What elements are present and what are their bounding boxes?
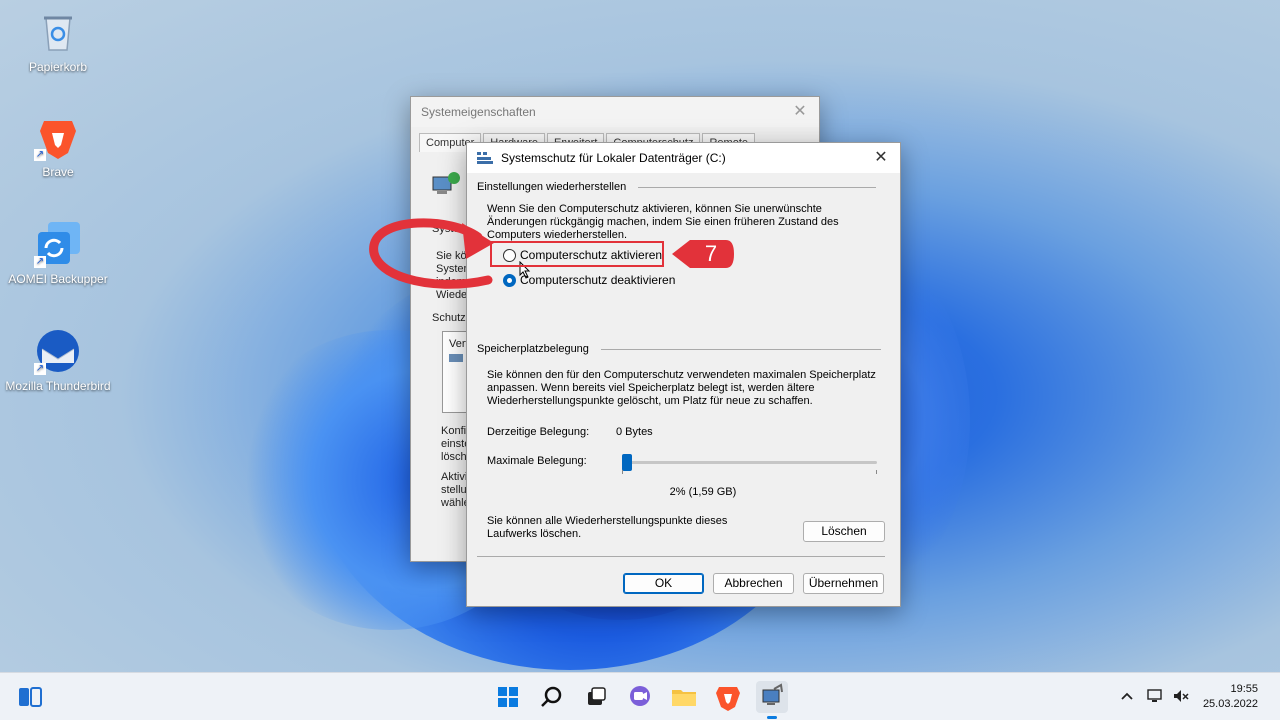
desktop-icon-label: Brave [42,165,74,179]
search-icon[interactable] [536,681,568,713]
footer-divider [477,556,885,557]
delete-button[interactable]: Löschen [803,521,885,542]
desktop-icon-recycle-bin[interactable]: Papierkorb [3,8,113,74]
widgets-icon[interactable] [14,681,46,713]
desktop-icon-thunderbird[interactable]: ↗ Mozilla Thunderbird [3,327,113,393]
current-usage-label: Derzeitige Belegung: [487,426,590,438]
network-icon[interactable] [1146,687,1164,705]
cancel-button[interactable]: Abbrechen [713,573,794,594]
slider-thumb[interactable] [622,454,633,471]
fragment-text: stellu [441,484,467,496]
slider-ticks [622,470,877,474]
system-protection-dialog[interactable]: Systemschutz für Lokaler Datenträger (C:… [466,142,901,607]
file-explorer-icon[interactable] [668,681,700,713]
window-title: Systemeigenschaften [421,105,536,119]
fragment-text: Konfi [441,425,467,437]
fragment-text: lösch [441,451,467,463]
desktop-icon-aomei[interactable]: ↗ AOMEI Backupper [3,220,113,286]
dialog-title: Systemschutz für Lokaler Datenträger (C:… [501,151,726,165]
brave-icon: ↗ [34,113,82,161]
radio-label: Computerschutz deaktivieren [520,273,676,287]
drive-icon [449,354,463,362]
section-divider [638,186,877,188]
chat-icon[interactable] [624,681,656,713]
delete-description: Sie können alle Wiederherstellungspunkte… [487,515,728,540]
annotation-arrow [369,218,494,289]
desktop-icon-brave[interactable]: ↗ Brave [3,113,113,179]
thunderbird-icon: ↗ [34,327,82,375]
space-section-header: Speicherplatzbelegung [477,343,881,355]
system-protection-small-icon [477,152,493,164]
max-usage-slider[interactable] [622,454,877,471]
desktop-icon-label: AOMEI Backupper [8,272,108,286]
system-protection-icon [431,171,461,197]
shortcut-arrow-icon: ↗ [34,363,46,375]
annotation-highlight-box [490,241,664,267]
clock-date: 25.03.2022 [1202,698,1258,710]
fragment-text: Schutz [432,312,466,324]
fragment-text: Aktivi [441,471,468,483]
annotation-step-number: 7 [704,241,718,266]
active-indicator [767,716,777,719]
section-divider [600,348,881,350]
apply-button[interactable]: Übernehmen [803,573,884,594]
close-icon[interactable]: ✕ [870,147,892,169]
recycle-bin-icon [34,8,82,56]
system-properties-icon[interactable] [756,681,788,719]
task-view-icon[interactable] [580,681,612,713]
desktop-icon-label: Mozilla Thunderbird [5,379,111,393]
space-section-title: Speicherplatzbelegung [477,343,589,355]
desktop-icon-label: Papierkorb [28,60,88,74]
shortcut-arrow-icon: ↗ [34,256,46,268]
brave-icon[interactable] [712,681,744,713]
restore-section-header: Einstellungen wiederherstellen [477,181,877,193]
max-usage-label: Maximale Belegung: [487,455,587,467]
space-description: Sie können den für den Computerschutz ve… [487,369,876,407]
clock-time: 19:55 [1230,683,1258,695]
current-usage-value: 0 Bytes [616,426,653,438]
start-icon[interactable] [492,681,524,713]
slider-value: 2% (1,59 GB) [669,486,737,498]
aomei-backupper-icon: ↗ [34,220,82,268]
volume-muted-icon[interactable] [1172,687,1190,705]
close-icon[interactable]: ✕ [789,101,811,123]
ok-button[interactable]: OK [623,573,704,594]
taskbar-clock[interactable]: 19:55 25.03.2022 [1203,682,1258,712]
restore-section-title: Einstellungen wiederherstellen [477,181,627,193]
radio-disable-protection[interactable]: Computerschutz deaktivieren [503,273,675,287]
shortcut-arrow-icon: ↗ [34,149,46,161]
taskbar: 19:55 25.03.2022 [0,672,1280,720]
chevron-up-icon[interactable] [1118,687,1136,705]
